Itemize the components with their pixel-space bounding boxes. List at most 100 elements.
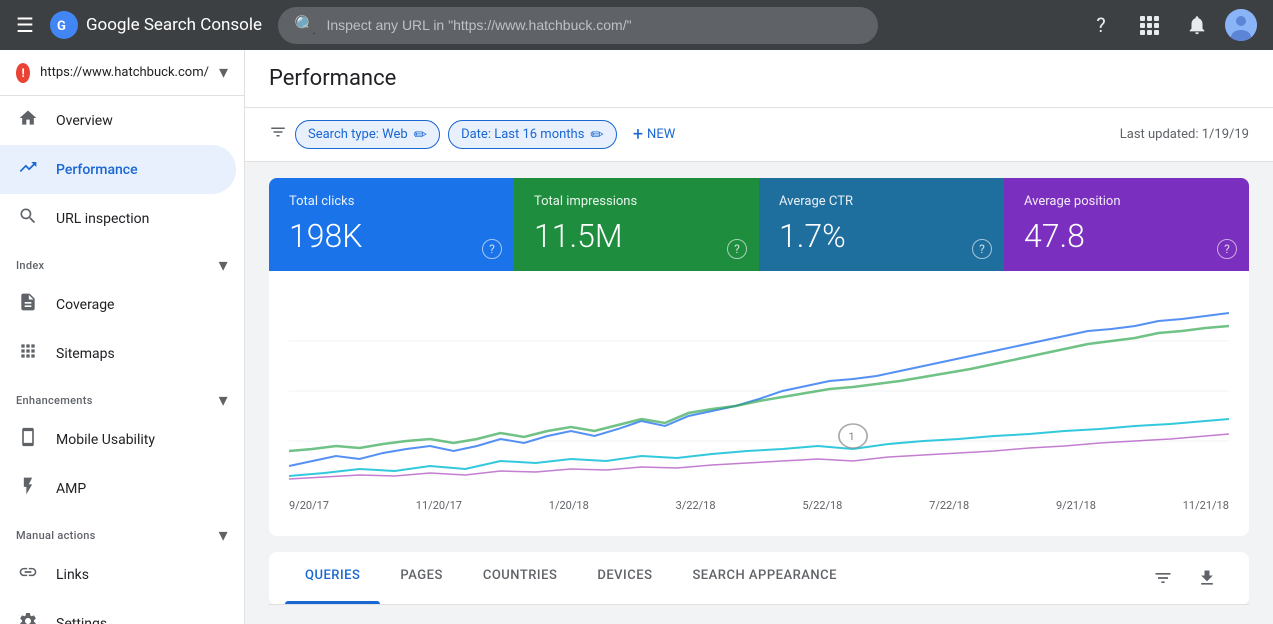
sidebar-item-mobile-usability[interactable]: Mobile Usability [0,415,236,464]
topbar: ☰ G Google Search Console 🔍 ? [0,0,1273,50]
page-header: Performance [245,50,1273,108]
ctr-value: 1.7% [779,217,984,255]
last-updated-text: Last updated: 1/19/19 [1120,127,1249,142]
sidebar-item-links[interactable]: Links [0,550,236,599]
topbar-actions: ? [1081,5,1257,45]
filter-results-button[interactable] [1145,560,1181,596]
apps-icon [1139,15,1159,35]
sitemaps-icon [16,341,40,366]
search-type-edit-icon[interactable]: ✏ [414,125,427,144]
app-layout: ! https://www.hatchbuck.com/ ▾ Overview … [0,50,1273,624]
sidebar-item-overview[interactable]: Overview [0,96,236,145]
sidebar-label-mobile-usability: Mobile Usability [56,432,155,448]
performance-icon [16,157,40,182]
avatar-icon [1225,9,1257,41]
manual-actions-section-chevron[interactable]: ▾ [219,525,228,546]
sidebar-item-settings[interactable]: Settings [0,599,236,624]
index-section-chevron[interactable]: ▾ [219,255,228,276]
amp-icon [16,476,40,501]
search-type-filter[interactable]: Search type: Web ✏ [295,120,440,149]
sidebar: ! https://www.hatchbuck.com/ ▾ Overview … [0,50,245,624]
stat-card-impressions[interactable]: Total impressions 11.5M ? [514,178,759,271]
stat-card-position[interactable]: Average position 47.8 ? [1004,178,1249,271]
property-chevron-icon: ▾ [219,62,228,83]
property-url: https://www.hatchbuck.com/ [40,65,209,80]
mobile-icon [16,427,40,452]
settings-icon [16,611,40,624]
url-search-input[interactable] [326,17,862,33]
search-icon: 🔍 [294,15,316,36]
help-button[interactable]: ? [1081,5,1121,45]
notifications-button[interactable] [1177,5,1217,45]
sidebar-item-sitemaps[interactable]: Sitemaps [0,329,236,378]
coverage-icon [16,292,40,317]
x-label-1: 11/20/17 [416,499,462,512]
sidebar-label-coverage: Coverage [56,297,114,313]
index-section-header: Index ▾ [0,243,244,280]
main-content: Performance Search type: Web ✏ Date: Las… [245,50,1273,624]
stat-card-clicks[interactable]: Total clicks 198K ? [269,178,514,271]
ctr-label: Average CTR [779,194,984,209]
new-filter-label: NEW [647,127,675,142]
x-label-2: 1/20/18 [549,499,589,512]
google-logo-icon: G [50,11,78,39]
sidebar-label-amp: AMP [56,481,86,497]
filter-bar: Search type: Web ✏ Date: Last 16 months … [245,108,1273,162]
links-icon [16,562,40,587]
date-label: Date: Last 16 months [461,127,584,142]
sidebar-label-sitemaps: Sitemaps [56,346,115,362]
date-edit-icon[interactable]: ✏ [590,125,603,144]
tabs-section: QUERIES PAGES COUNTRIES DEVICES SEARCH A… [269,552,1249,605]
filter-icon[interactable] [269,123,287,146]
x-label-0: 9/20/17 [289,499,329,512]
sidebar-item-performance[interactable]: Performance [0,145,236,194]
tab-search-appearance[interactable]: SEARCH APPEARANCE [672,552,857,604]
page-title: Performance [269,66,396,91]
enhancements-section-chevron[interactable]: ▾ [219,390,228,411]
position-info-icon[interactable]: ? [1217,239,1237,259]
sidebar-item-url-inspection[interactable]: URL inspection [0,194,236,243]
x-label-7: 11/21/18 [1183,499,1229,512]
tab-devices[interactable]: DEVICES [577,552,672,604]
impressions-info-icon[interactable]: ? [727,239,747,259]
add-filter-icon: + [633,124,643,145]
apps-button[interactable] [1129,5,1169,45]
search-type-label: Search type: Web [308,127,408,142]
sidebar-label-url-inspection: URL inspection [56,211,149,227]
new-filter-button[interactable]: + NEW [625,120,683,149]
hamburger-menu-button[interactable]: ☰ [16,13,34,37]
x-label-6: 9/21/18 [1056,499,1096,512]
tab-pages[interactable]: PAGES [380,552,462,604]
property-selector[interactable]: ! https://www.hatchbuck.com/ ▾ [0,50,244,96]
sidebar-label-links: Links [56,567,89,583]
chart-x-labels: 9/20/17 11/20/17 1/20/18 3/22/18 5/22/18… [289,495,1229,516]
x-label-5: 7/22/18 [929,499,969,512]
enhancements-section-header: Enhancements ▾ [0,378,244,415]
ctr-info-icon[interactable]: ? [972,239,992,259]
position-label: Average position [1024,194,1229,209]
user-avatar[interactable] [1225,9,1257,41]
app-title: Google Search Console [86,15,262,35]
clicks-info-icon[interactable]: ? [482,239,502,259]
sidebar-label-overview: Overview [56,113,113,129]
manual-actions-section-header: Manual actions ▾ [0,513,244,550]
sidebar-label-settings: Settings [56,616,107,624]
clicks-value: 198K [289,217,494,255]
url-search-bar[interactable]: 🔍 [278,7,878,44]
svg-text:1: 1 [848,431,855,443]
download-button[interactable] [1189,560,1225,596]
clicks-label: Total clicks [289,194,494,209]
tab-queries[interactable]: QUERIES [285,552,380,604]
impressions-value: 11.5M [534,217,739,255]
stat-card-ctr[interactable]: Average CTR 1.7% ? [759,178,1004,271]
stats-row: Total clicks 198K ? Total impressions 11… [269,178,1249,271]
performance-chart: 1 [289,291,1229,491]
property-error-icon: ! [16,63,30,83]
sidebar-label-performance: Performance [56,162,138,178]
sidebar-item-coverage[interactable]: Coverage [0,280,236,329]
impressions-label: Total impressions [534,194,739,209]
tab-countries[interactable]: COUNTRIES [463,552,578,604]
sidebar-item-amp[interactable]: AMP [0,464,236,513]
tabs-actions [1137,552,1233,604]
date-filter[interactable]: Date: Last 16 months ✏ [448,120,617,149]
